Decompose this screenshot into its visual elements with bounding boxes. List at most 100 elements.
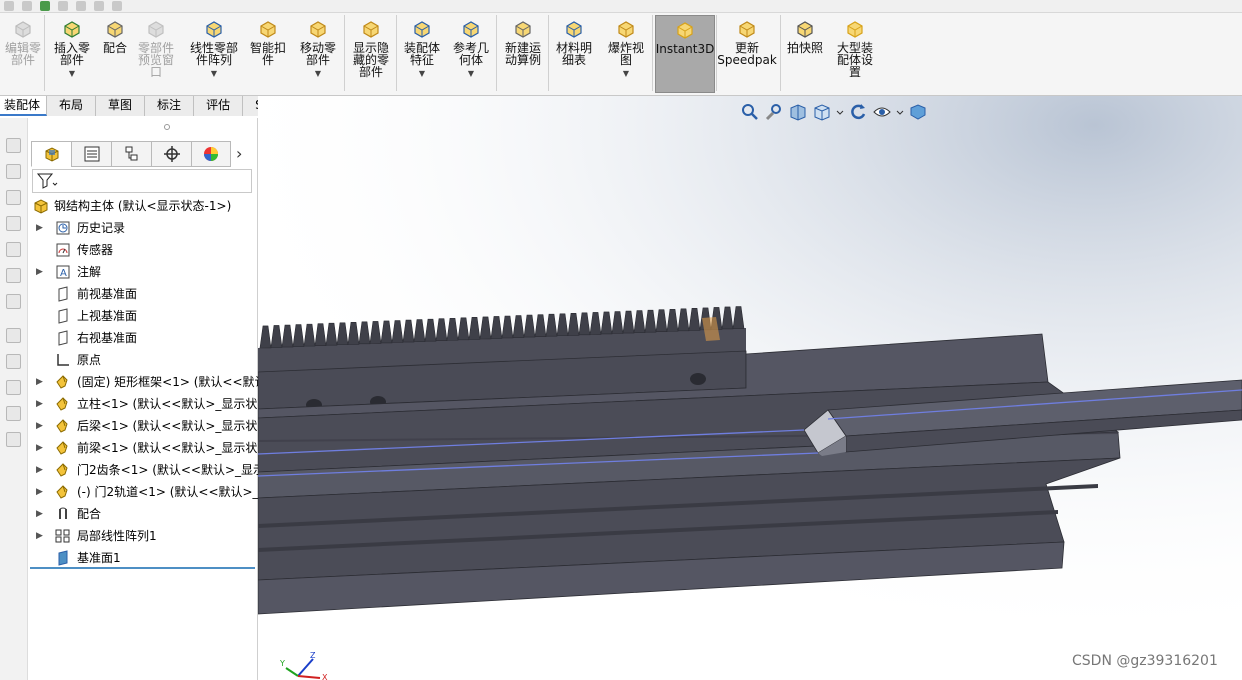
tab-configuration-manager[interactable] (111, 141, 151, 167)
hide-show-items-icon[interactable] (872, 102, 892, 122)
display-style-icon[interactable] (908, 102, 928, 122)
linear-pattern-button[interactable]: 线性零部 件阵列 ▼ (184, 15, 244, 93)
speedpak-button[interactable]: 更新 Speedpak (717, 15, 777, 93)
expand-icon[interactable]: ▶ (36, 510, 43, 519)
tree-item[interactable]: 基准面1 (28, 547, 258, 569)
exploded-view-button[interactable]: 爆炸视 图 ▼ (601, 15, 651, 93)
view-orientation-icon[interactable] (812, 102, 832, 122)
assembly-feature-button[interactable]: 装配体 特征 ▼ (398, 15, 446, 93)
strip-tool-7-icon[interactable] (6, 294, 21, 309)
ribbon-button-label: 显示隐 藏的零 部件 (352, 41, 389, 79)
new-icon[interactable] (4, 1, 14, 11)
strip-tool-11-icon[interactable] (6, 406, 21, 421)
expand-icon[interactable]: ▶ (36, 466, 43, 475)
tab-3[interactable]: 标注 (145, 96, 195, 116)
rotate-view-icon[interactable] (848, 102, 868, 122)
ribbon-separator (344, 15, 345, 91)
tab-4[interactable]: 评估 (194, 96, 244, 116)
expand-icon[interactable]: ▶ (36, 268, 43, 277)
dropdown-caret-icon[interactable]: ▼ (468, 68, 474, 80)
smart-fastener-button[interactable]: 智能扣 件 (246, 15, 290, 93)
tree-item[interactable]: ▶ A 注解 (28, 261, 258, 283)
select-icon[interactable] (112, 1, 122, 11)
tab-2[interactable]: 草图 (96, 96, 146, 116)
dropdown-arrow-icon[interactable] (836, 102, 844, 122)
graphics-area[interactable]: Z Y X (258, 96, 1242, 680)
zoom-to-fit-icon[interactable] (740, 102, 760, 122)
edit-part-button[interactable]: 编辑零 部件 (2, 15, 44, 93)
tree-item[interactable]: 右视基准面 (28, 327, 258, 349)
mate-button[interactable]: 配合 (98, 15, 132, 93)
tree-item[interactable]: ▶ 配合 (28, 503, 258, 525)
redo-icon[interactable] (94, 1, 104, 11)
exploded-view-icon (618, 21, 634, 38)
dropdown-caret-icon[interactable]: ▼ (623, 68, 629, 80)
save-icon[interactable] (40, 1, 50, 11)
dropdown-caret-icon[interactable]: ▼ (419, 68, 425, 80)
strip-tool-9-icon[interactable] (6, 354, 21, 369)
move-component-button[interactable]: 移动零 部件 ▼ (293, 15, 343, 93)
tree-item[interactable]: ▶ (-) 门2轨道<1> (默认<<默认>_显 (28, 481, 258, 503)
print-icon[interactable] (58, 1, 68, 11)
large-assembly-button[interactable]: 大型装 配体设 置 (832, 15, 878, 93)
strip-tool-6-icon[interactable] (6, 268, 21, 283)
tab-0[interactable]: 装配体 (0, 96, 48, 116)
tab-property-manager[interactable] (71, 141, 111, 167)
open-icon[interactable] (22, 1, 32, 11)
insert-component-button[interactable]: 插入零 部件 ▼ (48, 15, 96, 93)
expand-icon[interactable]: ▶ (36, 378, 43, 387)
tab-feature-manager[interactable] (31, 141, 71, 167)
tab-1[interactable]: 布局 (47, 96, 97, 116)
ribbon-button-label: 编辑零 部件 (4, 41, 41, 67)
instant3d-button[interactable]: Instant3D (655, 15, 715, 93)
strip-tool-8-icon[interactable] (6, 328, 21, 343)
tab-dimxpert-manager[interactable] (151, 141, 191, 167)
tree-item[interactable]: ▶ 历史记录 (28, 217, 258, 239)
strip-tool-3-icon[interactable] (6, 190, 21, 205)
tab-display-manager[interactable] (191, 141, 231, 167)
strip-tool-12-icon[interactable] (6, 432, 21, 447)
tree-root[interactable]: 钢结构主体 (默认<显示状态-1>) (28, 195, 258, 217)
undo-icon[interactable] (76, 1, 86, 11)
dropdown-caret-icon[interactable]: ▼ (211, 68, 217, 80)
tree-filter[interactable] (32, 169, 252, 193)
tree-item[interactable]: ▶ 立柱<1> (默认<<默认>_显示状态 (28, 393, 258, 415)
bom-button[interactable]: 材料明 细表 (550, 15, 598, 93)
motion-study-icon (515, 21, 531, 38)
filter-icon (36, 173, 58, 189)
dropdown-arrow-2-icon[interactable] (896, 102, 904, 122)
reference-geometry-button[interactable]: 参考几 何体 ▼ (447, 15, 495, 93)
tree-item[interactable]: 传感器 (28, 239, 258, 261)
expand-icon[interactable]: ▶ (36, 488, 43, 497)
tree-item[interactable]: ▶ 前梁<1> (默认<<默认>_显示状态 (28, 437, 258, 459)
show-hidden-button[interactable]: 显示隐 藏的零 部件 (345, 15, 397, 93)
tree-item[interactable]: 上视基准面 (28, 305, 258, 327)
expand-icon[interactable]: ▶ (36, 444, 43, 453)
zoom-area-icon[interactable] (764, 102, 784, 122)
panel-tabs-more-icon[interactable]: › (236, 144, 242, 163)
tree-item[interactable]: ▶ (固定) 矩形框架<1> (默认<<默认 (28, 371, 258, 393)
reference-geometry-icon (463, 21, 479, 38)
expand-icon[interactable]: ▶ (36, 400, 43, 409)
preview-window-button[interactable]: 零部件 预览窗 口 (133, 15, 179, 93)
strip-tool-10-icon[interactable] (6, 380, 21, 395)
tree-item[interactable]: ▶ 局部线性阵列1 (28, 525, 258, 547)
tree-item[interactable]: ▶ 门2齿条<1> (默认<<默认>_显示 (28, 459, 258, 481)
motion-study-button[interactable]: 新建运 动算例 (499, 15, 547, 93)
strip-tool-5-icon[interactable] (6, 242, 21, 257)
dropdown-caret-icon[interactable]: ▼ (315, 68, 321, 80)
section-view-icon[interactable] (788, 102, 808, 122)
expand-icon[interactable]: ▶ (36, 532, 43, 541)
tree-item[interactable]: 前视基准面 (28, 283, 258, 305)
dropdown-caret-icon[interactable]: ▼ (69, 68, 75, 80)
tree-item[interactable]: ▶ 后梁<1> (默认<<默认>_显示状态 (28, 415, 258, 437)
strip-tool-4-icon[interactable] (6, 216, 21, 231)
expand-icon[interactable]: ▶ (36, 224, 43, 233)
snapshot-button[interactable]: 拍快照 (783, 15, 827, 93)
panel-collapse-handle[interactable] (164, 124, 170, 130)
display-manager-icon (204, 147, 218, 161)
strip-tool-1-icon[interactable] (6, 138, 21, 153)
expand-icon[interactable]: ▶ (36, 422, 43, 431)
strip-tool-2-icon[interactable] (6, 164, 21, 179)
tree-item[interactable]: 原点 (28, 349, 258, 371)
